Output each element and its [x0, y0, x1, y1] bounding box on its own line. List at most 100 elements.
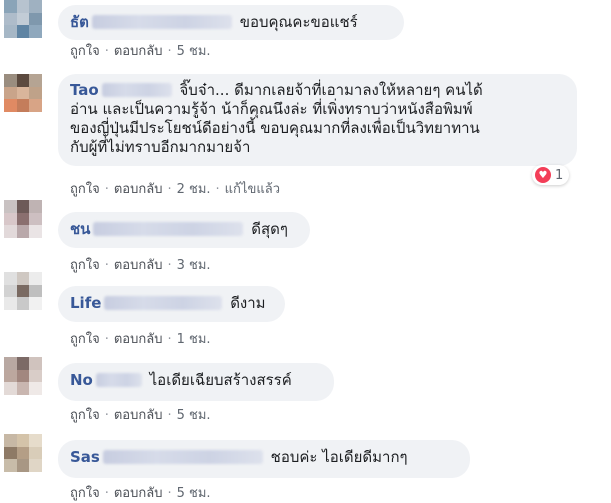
- commenter-name[interactable]: No: [70, 371, 93, 389]
- comment-actions: ถูกใจ · ตอบกลับ · 1 ชม.: [70, 328, 211, 349]
- blurred-name: [104, 296, 223, 310]
- reply-link[interactable]: ตอบกลับ: [114, 486, 163, 501]
- commenter-name[interactable]: Life: [70, 294, 101, 312]
- avatar-pixel: [29, 12, 42, 26]
- avatar-pixel: [4, 86, 17, 100]
- separator-dot: ·: [167, 486, 172, 501]
- commenter-name[interactable]: Tao: [70, 81, 99, 99]
- like-link[interactable]: ถูกใจ: [70, 44, 100, 59]
- comment-text: ชอบค่ะ ไอเดียดีมากๆ: [270, 448, 408, 466]
- comment-actions: ถูกใจ · ตอบกลับ · 5 ชม.: [70, 404, 211, 425]
- avatar-pixel: [29, 74, 42, 87]
- separator-dot: ·: [104, 258, 109, 273]
- comment-bubble: Sas ชอบค่ะ ไอเดียดีมากๆ: [58, 440, 470, 478]
- comment-text-line: กับผู้ที่ไม่ทราบอีกมากมายจ้า: [70, 138, 251, 156]
- separator-dot: ·: [215, 182, 220, 197]
- avatar[interactable]: [4, 272, 42, 310]
- like-link[interactable]: ถูกใจ: [70, 332, 100, 347]
- comment-bubble: Life ดีงาม: [58, 286, 285, 322]
- timestamp[interactable]: 2 ชม.: [177, 182, 211, 197]
- comment-text: ดีสุดๆ: [251, 220, 288, 238]
- avatar-pixel: [4, 357, 17, 370]
- reply-link[interactable]: ตอบกลับ: [114, 408, 163, 423]
- avatar-pixel: [16, 272, 30, 285]
- separator-dot: ·: [104, 486, 109, 501]
- avatar[interactable]: [4, 74, 42, 112]
- avatar-pixel: [4, 382, 17, 395]
- avatar-pixel: [16, 25, 30, 38]
- avatar[interactable]: [4, 357, 42, 395]
- avatar-pixel: [16, 357, 30, 370]
- timestamp[interactable]: 5 ชม.: [177, 486, 211, 501]
- avatar-pixel: [29, 99, 42, 112]
- blurred-name: [93, 222, 244, 236]
- reply-link[interactable]: ตอบกลับ: [114, 44, 163, 59]
- reply-link[interactable]: ตอบกลับ: [114, 182, 163, 197]
- comment-actions: ถูกใจ · ตอบกลับ · 5 ชม.: [70, 482, 211, 503]
- avatar-pixel: [29, 446, 42, 460]
- avatar-pixel: [16, 0, 30, 13]
- comment-text-line: อ่าน และเป็นความรู้จ้า น้าก็คุณนึงล่ะ ที…: [70, 100, 473, 118]
- separator-dot: ·: [104, 408, 109, 423]
- avatar[interactable]: [4, 0, 42, 38]
- reaction-summary[interactable]: ♥ 1: [532, 165, 570, 185]
- comment-bubble: Tao จิ๊บจ๋า... ดีมากเลยจ้าที่เอามาลงให้ห…: [58, 74, 577, 166]
- timestamp[interactable]: 5 ชม.: [177, 44, 211, 59]
- commenter-name[interactable]: ชน: [70, 220, 90, 238]
- avatar-pixel: [4, 0, 17, 13]
- avatar-pixel: [4, 99, 17, 112]
- commenter-name[interactable]: ธัต: [70, 13, 89, 31]
- like-link[interactable]: ถูกใจ: [70, 258, 100, 273]
- avatar[interactable]: [4, 200, 42, 238]
- avatar-pixel: [16, 99, 30, 112]
- reply-link[interactable]: ตอบกลับ: [114, 332, 163, 347]
- reply-link[interactable]: ตอบกลับ: [114, 258, 163, 273]
- avatar-pixel: [4, 212, 17, 226]
- blurred-name: [91, 15, 232, 29]
- avatar[interactable]: [4, 434, 42, 472]
- blurred-name: [101, 83, 172, 97]
- like-link[interactable]: ถูกใจ: [70, 182, 100, 197]
- avatar-pixel: [29, 0, 42, 13]
- like-link[interactable]: ถูกใจ: [70, 486, 100, 501]
- like-link[interactable]: ถูกใจ: [70, 408, 100, 423]
- avatar-pixel: [4, 74, 17, 87]
- avatar-pixel: [16, 212, 30, 226]
- timestamp[interactable]: 5 ชม.: [177, 408, 211, 423]
- avatar-pixel: [4, 446, 17, 460]
- avatar-pixel: [29, 200, 42, 213]
- avatar-pixel: [16, 297, 30, 310]
- comment-actions: ถูกใจ · ตอบกลับ · 5 ชม.: [70, 40, 211, 61]
- avatar-pixel: [4, 434, 17, 447]
- blurred-name: [102, 450, 263, 464]
- avatar-pixel: [29, 86, 42, 100]
- edited-label[interactable]: แก้ไขแล้ว: [225, 182, 280, 197]
- timestamp[interactable]: 3 ชม.: [177, 258, 211, 273]
- comment-bubble: ธัต ขอบคุณคะขอแชร์: [58, 5, 404, 40]
- avatar-pixel: [16, 446, 30, 460]
- avatar-pixel: [29, 25, 42, 38]
- comment-actions: ถูกใจ · ตอบกลับ · 3 ชม.: [70, 254, 211, 275]
- comment-text: ไอเดียเฉียบสร้างสรรค์: [149, 371, 292, 389]
- comment-text: ดีงาม: [230, 294, 266, 312]
- avatar-pixel: [16, 12, 30, 26]
- comment-text: ขอบคุณคะขอแชร์: [239, 13, 358, 31]
- timestamp[interactable]: 1 ชม.: [177, 332, 211, 347]
- separator-dot: ·: [167, 182, 172, 197]
- separator-dot: ·: [167, 408, 172, 423]
- avatar-pixel: [29, 357, 42, 370]
- separator-dot: ·: [104, 182, 109, 197]
- comment-bubble: No ไอเดียเฉียบสร้างสรรค์: [58, 363, 334, 401]
- avatar-pixel: [16, 284, 30, 298]
- comment-text-line: ของญี่ปุ่นมีประโยชน์ดีอย่างนี้ ขอบคุณมาก…: [70, 119, 480, 137]
- commenter-name[interactable]: Sas: [70, 448, 100, 466]
- comment-text-line: จิ๊บจ๋า... ดีมากเลยจ้าที่เอามาลงให้หลายๆ…: [179, 81, 483, 99]
- avatar-pixel: [4, 12, 17, 26]
- avatar-pixel: [29, 225, 42, 238]
- avatar-pixel: [4, 272, 17, 285]
- comment-actions: ถูกใจ · ตอบกลับ · 2 ชม. · แก้ไขแล้ว: [70, 178, 280, 199]
- avatar-pixel: [16, 86, 30, 100]
- avatar-pixel: [16, 74, 30, 87]
- avatar-pixel: [29, 369, 42, 383]
- avatar-pixel: [29, 272, 42, 285]
